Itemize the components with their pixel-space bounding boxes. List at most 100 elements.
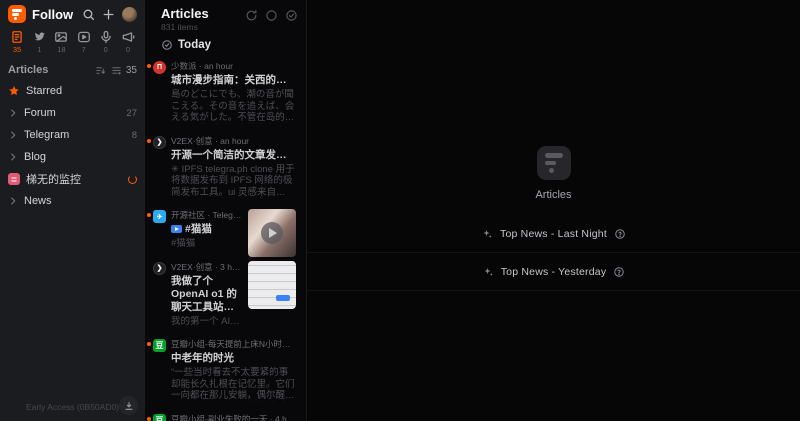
article-source: 开源社区 · Telegram... bbox=[171, 210, 242, 220]
tab-videos[interactable]: 7 bbox=[77, 30, 91, 54]
sidebar-item-forum[interactable]: Forum 27 bbox=[0, 102, 145, 124]
article-icon bbox=[10, 30, 24, 44]
feed-avatar-sspai bbox=[153, 61, 166, 74]
feed-avatar-telegram bbox=[153, 210, 166, 223]
sidebar-section-header: Articles 35 bbox=[0, 56, 145, 80]
star-icon bbox=[8, 85, 20, 97]
article-title: 开源一个简洁的文章发布平台 bbox=[171, 149, 296, 162]
video-thumbnail bbox=[248, 209, 296, 257]
tab-audio[interactable]: 0 bbox=[99, 30, 113, 54]
unread-dot-icon bbox=[147, 139, 151, 143]
feed-avatar-douban bbox=[153, 414, 166, 421]
article-item[interactable]: 豆瓣小组-副业失败的一天 · 4 hours 开了一单，赚500 开心！这个月第… bbox=[145, 408, 306, 421]
tab-count: 0 bbox=[104, 45, 108, 54]
help-circle-icon[interactable] bbox=[614, 228, 626, 240]
feed-avatar-douban bbox=[153, 339, 166, 352]
feed-count: 8 bbox=[132, 130, 137, 141]
article-source: V2EX·创意 bbox=[171, 262, 213, 272]
article-time: 3 hours bbox=[220, 262, 242, 272]
feed-count: 27 bbox=[126, 108, 137, 119]
article-source: 少数派 bbox=[171, 61, 197, 71]
report-label: Top News - Last Night bbox=[500, 228, 607, 240]
sparkles-icon bbox=[481, 228, 493, 240]
tab-count: 1 bbox=[37, 45, 41, 54]
daily-report-yesterday[interactable]: Top News - Yesterday bbox=[307, 253, 800, 291]
tab-articles[interactable]: 35 bbox=[10, 30, 24, 54]
sidebar-item-starred[interactable]: Starred bbox=[0, 80, 145, 102]
article-source: 豆瓣小组-每天提前上床N小时我们一起捡... bbox=[171, 339, 296, 349]
daily-reports: Top News - Last Night Top News - Yesterd… bbox=[307, 215, 800, 291]
group-icon[interactable] bbox=[111, 65, 122, 76]
separator: · bbox=[199, 61, 202, 71]
feed-avatar-v2ex bbox=[153, 136, 166, 149]
daily-report-last-night[interactable]: Top News - Last Night bbox=[307, 215, 800, 253]
app-title: Follow bbox=[32, 7, 76, 22]
tab-social[interactable]: 1 bbox=[32, 30, 46, 54]
sidebar-item-news[interactable]: News bbox=[0, 190, 145, 212]
circle-icon[interactable] bbox=[265, 9, 278, 22]
feed-label: 梯无的监控 bbox=[26, 171, 122, 187]
plus-icon[interactable] bbox=[102, 8, 115, 21]
article-time: an hour bbox=[220, 136, 249, 146]
check-circle-icon[interactable] bbox=[285, 9, 298, 22]
main-panel: Articles Top News - Last Night Top News … bbox=[307, 0, 800, 421]
tab-pictures[interactable]: 18 bbox=[54, 30, 68, 54]
article-item[interactable]: 开源社区 · Telegram... · 2 hours #猫猫 #猫猫 bbox=[145, 204, 306, 256]
report-label: Top News - Yesterday bbox=[501, 266, 607, 278]
sidebar-item-blog[interactable]: Blog bbox=[0, 146, 145, 168]
video-icon bbox=[77, 30, 91, 44]
user-avatar[interactable] bbox=[122, 7, 137, 22]
tab-notifications[interactable]: 0 bbox=[121, 30, 135, 54]
chevron-right-icon bbox=[8, 130, 18, 140]
refresh-icon[interactable] bbox=[245, 9, 258, 22]
section-title: Articles bbox=[8, 64, 95, 76]
unread-dot-icon bbox=[147, 213, 151, 217]
sidebar: Follow 35 1 18 7 bbox=[0, 0, 145, 421]
feed-label: Forum bbox=[24, 107, 120, 119]
article-title: 我做了个 OpenAI o1 的聊天工具站，给大家免费试用 bbox=[171, 275, 242, 314]
article-time: an hour bbox=[204, 61, 233, 71]
sidebar-header: Follow bbox=[0, 0, 145, 27]
article-item[interactable]: 少数派 · an hour 城市漫步指南：关西的夏日重现 島のどこにでも、潮の音… bbox=[145, 55, 306, 130]
list-title: Articles bbox=[161, 6, 245, 21]
download-icon bbox=[124, 401, 134, 411]
sidebar-item-telegram[interactable]: Telegram 8 bbox=[0, 124, 145, 146]
today-section-header[interactable]: Today bbox=[145, 34, 306, 55]
article-item[interactable]: 豆瓣小组-每天提前上床N小时我们一起捡... · 3 hours 中老年的时光 … bbox=[145, 333, 306, 408]
view-tabs: 35 1 18 7 0 0 bbox=[0, 27, 145, 56]
section-unread-count: 35 bbox=[126, 65, 137, 76]
article-preview: #猫猫 bbox=[171, 238, 242, 250]
sidebar-item-monitor-feed[interactable]: ≣ 梯无的监控 bbox=[0, 168, 145, 190]
feed-label: Blog bbox=[24, 151, 137, 163]
article-item[interactable]: V2EX·创意 · 3 hours 我做了个 OpenAI o1 的聊天工具站，… bbox=[145, 256, 306, 334]
sort-icon[interactable] bbox=[95, 65, 106, 76]
sidebar-footer: Early Access (0B50AD0) bbox=[0, 393, 145, 421]
feed-label: News bbox=[24, 195, 137, 207]
separator: · bbox=[215, 136, 218, 146]
article-title: 中老年的时光 bbox=[171, 352, 296, 365]
screenshot-thumbnail bbox=[248, 261, 296, 309]
download-button[interactable] bbox=[119, 396, 138, 415]
microphone-icon bbox=[99, 30, 113, 44]
feed-label: Starred bbox=[26, 85, 137, 97]
feed-avatar-v2ex bbox=[153, 262, 166, 275]
check-circle-icon bbox=[161, 39, 173, 51]
chevron-right-icon bbox=[8, 108, 18, 118]
help-circle-icon[interactable] bbox=[613, 266, 625, 278]
search-icon[interactable] bbox=[82, 8, 95, 21]
feed-label: Telegram bbox=[24, 129, 126, 141]
tab-count: 7 bbox=[81, 45, 85, 54]
play-icon bbox=[261, 222, 283, 244]
unread-dot-icon bbox=[147, 342, 151, 346]
list-item-count: 831 items bbox=[161, 22, 245, 32]
article-title: #猫猫 bbox=[185, 223, 212, 235]
article-preview: 島のどこにでも、潮の音が聞こえる。その音を追えば、会える気がした。不管在岛的哪里… bbox=[171, 89, 296, 124]
article-preview: “一些当时看去不太要紧的事却能长久扎根在记忆里。它们一向都在那儿安躺，偶尔醒一下… bbox=[171, 367, 296, 402]
article-source: V2EX·创意 bbox=[171, 136, 213, 146]
follow-logo-icon bbox=[8, 5, 26, 23]
unread-dot-icon bbox=[147, 64, 151, 68]
app-window: Follow 35 1 18 7 bbox=[0, 0, 800, 421]
version-label: Early Access (0B50AD0) bbox=[26, 402, 119, 412]
article-list: Articles 831 items Today 少数派 · an hour 城… bbox=[145, 0, 307, 421]
article-item[interactable]: V2EX·创意 · an hour 开源一个简洁的文章发布平台 ✳ IPFS t… bbox=[145, 130, 306, 205]
